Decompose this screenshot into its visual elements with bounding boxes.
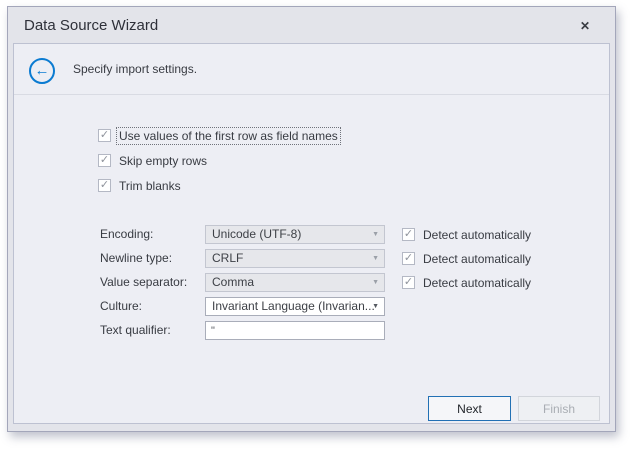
checkbox-icon[interactable]: ✓: [98, 179, 111, 192]
checkbox-icon[interactable]: ✓: [402, 252, 415, 265]
dropdown-value: Unicode (UTF-8): [212, 227, 301, 241]
back-button[interactable]: ←: [29, 58, 55, 84]
newline-type-dropdown: CRLF ▼: [205, 249, 385, 268]
wizard-header: ← Specify import settings.: [14, 44, 609, 95]
value-separator-dropdown: Comma ▼: [205, 273, 385, 292]
dropdown-value: Invariant Language (Invarian...: [212, 299, 375, 313]
page-title: Specify import settings.: [73, 44, 197, 94]
checkbox-icon[interactable]: ✓: [98, 129, 111, 142]
checkbox-label: Use values of the first row as field nam…: [117, 128, 340, 144]
checkbox-icon[interactable]: ✓: [98, 154, 111, 167]
chevron-down-icon: ▼: [372, 251, 379, 267]
checkbox-label: Trim blanks: [117, 178, 183, 194]
detect-separator-checkbox[interactable]: ✓ Detect automatically: [402, 275, 533, 290]
checkbox-icon[interactable]: ✓: [402, 276, 415, 289]
encoding-dropdown: Unicode (UTF-8) ▼: [205, 225, 385, 244]
culture-label: Culture:: [100, 297, 200, 316]
checkbox-label: Skip empty rows: [117, 153, 209, 169]
text-qualifier-label: Text qualifier:: [100, 321, 200, 340]
finish-button: Finish: [518, 396, 600, 421]
chevron-down-icon: ▼: [372, 275, 379, 291]
dropdown-value: Comma: [212, 275, 254, 289]
detect-encoding-checkbox[interactable]: ✓ Detect automatically: [402, 227, 533, 242]
data-source-wizard-dialog: Data Source Wizard ✕ ← Specify import se…: [7, 6, 616, 432]
chevron-down-icon: ▼: [372, 299, 379, 315]
text-qualifier-input[interactable]: [205, 321, 385, 340]
close-icon[interactable]: ✕: [575, 16, 595, 36]
next-button[interactable]: Next: [428, 396, 511, 421]
window-title: Data Source Wizard: [24, 7, 158, 44]
newline-type-label: Newline type:: [100, 249, 200, 268]
detect-newline-checkbox[interactable]: ✓ Detect automatically: [402, 251, 533, 266]
culture-dropdown[interactable]: Invariant Language (Invarian... ▼: [205, 297, 385, 316]
chevron-down-icon: ▼: [372, 227, 379, 243]
checkbox-icon[interactable]: ✓: [402, 228, 415, 241]
title-bar: Data Source Wizard ✕: [8, 7, 615, 43]
checkbox-label: Detect automatically: [421, 227, 533, 243]
checkbox-label: Detect automatically: [421, 275, 533, 291]
dropdown-value: CRLF: [212, 251, 243, 265]
encoding-label: Encoding:: [100, 225, 200, 244]
checkbox-skip-empty-rows[interactable]: ✓ Skip empty rows: [98, 153, 209, 168]
checkbox-first-row-field-names[interactable]: ✓ Use values of the first row as field n…: [98, 128, 340, 143]
back-arrow-icon: ←: [35, 62, 50, 79]
value-separator-label: Value separator:: [100, 273, 200, 292]
wizard-page-panel: ← Specify import settings. ✓ Use values …: [13, 43, 610, 424]
checkbox-trim-blanks[interactable]: ✓ Trim blanks: [98, 178, 183, 193]
checkbox-label: Detect automatically: [421, 251, 533, 267]
